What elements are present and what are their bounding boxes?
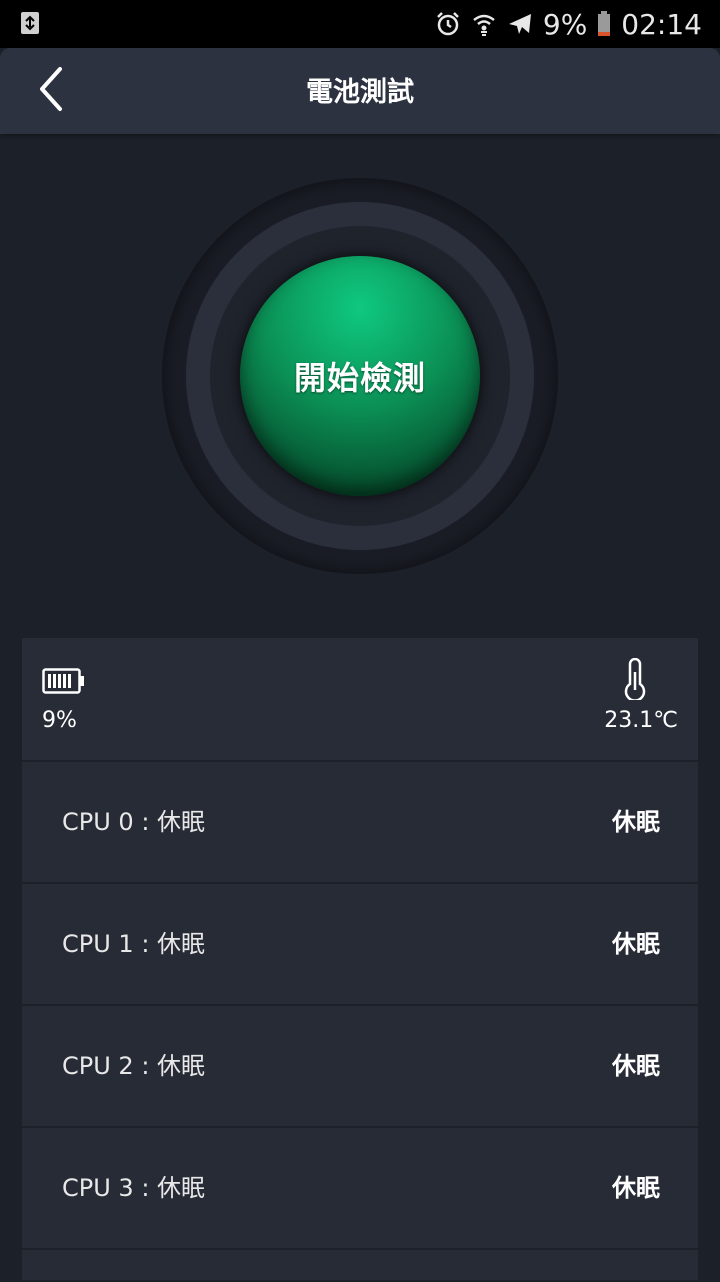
cpu-row: CPU 3 : 休眠 休眠 <box>22 1128 698 1250</box>
battery-level-icon <box>42 668 86 698</box>
alarm-icon <box>435 11 461 37</box>
airplane-icon <box>507 11 533 37</box>
cpu-name: CPU 0 : 休眠 <box>62 808 206 836</box>
cpu-row: CPU 0 : 休眠 休眠 <box>22 762 698 884</box>
battery-info-panel: 9% 23.1℃ <box>22 638 698 760</box>
status-bar: 9% 02:14 <box>0 0 720 48</box>
battery-percent: 9% <box>542 7 588 41</box>
thermometer-icon <box>620 657 650 704</box>
cpu-row-partial <box>22 1250 698 1282</box>
start-test-button[interactable]: 開始檢測 <box>240 256 480 496</box>
cpu-state: 休眠 <box>612 930 660 958</box>
clock-time: 02:14 <box>621 7 702 41</box>
recycle-icon <box>20 11 40 39</box>
back-button[interactable] <box>26 66 76 116</box>
cpu-list: CPU 0 : 休眠 休眠 CPU 1 : 休眠 休眠 CPU 2 : 休眠 休… <box>22 762 698 1282</box>
chevron-left-icon <box>36 66 66 116</box>
cpu-name: CPU 3 : 休眠 <box>62 1174 206 1202</box>
cpu-state: 休眠 <box>612 808 660 836</box>
battery-icon <box>597 11 611 37</box>
page-title: 電池測試 <box>306 77 414 108</box>
wifi-icon <box>471 11 497 37</box>
status-icons: 9% 02:14 <box>435 0 702 48</box>
cpu-state: 休眠 <box>612 1052 660 1080</box>
cpu-name: CPU 2 : 休眠 <box>62 1052 206 1080</box>
start-test-label: 開始檢測 <box>293 359 426 397</box>
cpu-row: CPU 2 : 休眠 休眠 <box>22 1006 698 1128</box>
battery-level-value: 9% <box>42 708 77 733</box>
test-dial: 開始檢測 <box>0 134 720 638</box>
cpu-state: 休眠 <box>612 1174 660 1202</box>
app-bar: 電池測試 <box>0 48 720 134</box>
cpu-row: CPU 1 : 休眠 休眠 <box>22 884 698 1006</box>
temperature-value: 23.1℃ <box>604 708 678 733</box>
cpu-name: CPU 1 : 休眠 <box>62 930 206 958</box>
